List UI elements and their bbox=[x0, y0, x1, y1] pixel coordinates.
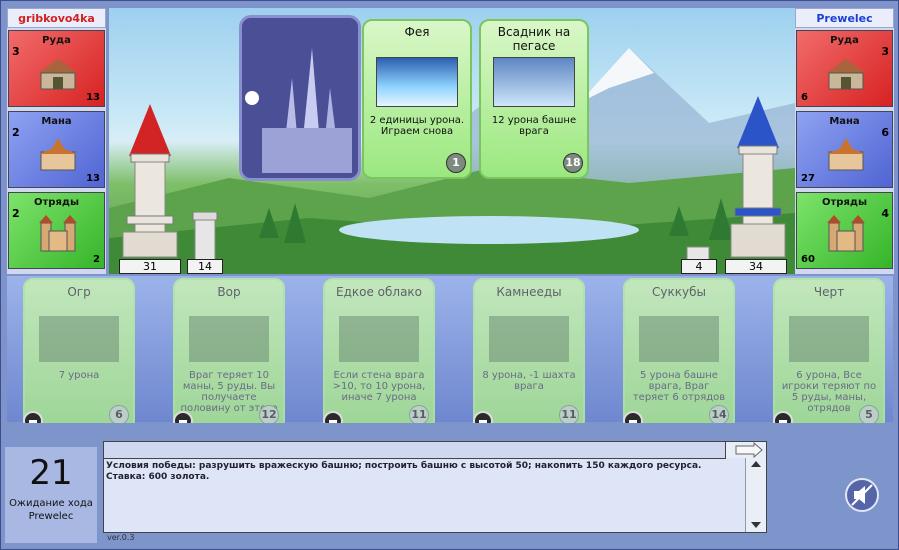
card-description: 2 единицы урона. Играем снова bbox=[369, 115, 465, 137]
card-title: Всадник на пегасе bbox=[497, 25, 571, 53]
troops-resource: Отряды 2 2 bbox=[8, 192, 105, 269]
card-title: Камнееды bbox=[496, 285, 562, 299]
turn-timer: 21 bbox=[29, 453, 73, 493]
card-deck bbox=[239, 15, 361, 181]
hand-card-succubi[interactable]: Суккубы 5 урона башне врага, Враг теряет… bbox=[623, 278, 735, 430]
scrollbar-arrows bbox=[751, 461, 761, 528]
hand-card-thief[interactable]: Вор Враг теряет 10 маны, 5 руды. Вы полу… bbox=[173, 278, 285, 430]
resource-label: Мана bbox=[41, 116, 72, 127]
ore-amount: 13 bbox=[86, 92, 100, 103]
right-tower bbox=[730, 96, 786, 258]
card-title: Едкое облако bbox=[335, 285, 423, 299]
card-title: Фея bbox=[404, 25, 430, 39]
hand-card-acid-cloud[interactable]: Едкое облако Если стена врага >10, то 10… bbox=[323, 278, 435, 430]
card-cost: 14 bbox=[709, 405, 729, 425]
left-player-panel: gribkovo4ka Руда 3 13 Мана 2 13 Отряды 2… bbox=[7, 8, 106, 274]
ore-production: 3 bbox=[881, 45, 889, 58]
card-description: 7 урона bbox=[58, 370, 100, 381]
mana-production: 2 bbox=[12, 126, 20, 139]
card-image bbox=[339, 316, 419, 362]
mana-production: 6 bbox=[881, 126, 889, 139]
player-hand: Огр 7 урона 6 Вор Враг теряет 10 маны, 5… bbox=[7, 276, 893, 430]
troops-resource: Отряды 4 60 bbox=[796, 192, 893, 269]
chat-input[interactable] bbox=[104, 442, 726, 459]
mana-resource: Мана 6 27 bbox=[796, 111, 893, 188]
monastery-icon bbox=[39, 138, 77, 171]
card-image-fairy bbox=[376, 57, 458, 107]
hand-card-ogre[interactable]: Огр 7 урона 6 bbox=[23, 278, 135, 430]
send-arrow-icon bbox=[735, 441, 763, 459]
waiting-player: Prewelec bbox=[28, 511, 74, 522]
troops-amount: 60 bbox=[801, 254, 815, 265]
version-label: ver.0.3 bbox=[107, 533, 135, 542]
right-player-panel: Prewelec Руда 3 6 Мана 6 27 Отряды 4 60 bbox=[795, 8, 894, 274]
log-scrollbar[interactable] bbox=[745, 458, 766, 532]
chat-log: Условия победы: разрушить вражескую башн… bbox=[103, 441, 767, 533]
card-title: Суккубы bbox=[652, 285, 706, 299]
card-image bbox=[189, 316, 269, 362]
card-description: 12 урона башне врага bbox=[491, 115, 577, 137]
mana-amount: 13 bbox=[86, 173, 100, 184]
sound-toggle-button[interactable] bbox=[845, 478, 879, 512]
barracks-icon bbox=[827, 215, 865, 252]
troops-production: 4 bbox=[881, 207, 889, 220]
resource-label: Отряды bbox=[34, 197, 79, 208]
turn-status: 21 Ожидание хода Prewelec bbox=[5, 447, 97, 543]
card-cost: 11 bbox=[409, 405, 429, 425]
left-player-name: gribkovo4ka bbox=[7, 8, 106, 28]
hand-card-stone-eaters[interactable]: Камнееды 8 урона, -1 шахта врага 11 bbox=[473, 278, 585, 430]
ore-resource: Руда 3 6 bbox=[796, 30, 893, 107]
troops-amount: 2 bbox=[93, 254, 100, 265]
log-text: Условия победы: разрушить вражескую башн… bbox=[106, 461, 702, 482]
resource-label: Руда bbox=[830, 35, 859, 46]
card-cost: 1 bbox=[446, 153, 466, 173]
card-cost: 5 bbox=[859, 405, 879, 425]
card-title: Огр bbox=[67, 285, 91, 299]
mine-icon bbox=[827, 59, 865, 90]
resource-label: Мана bbox=[829, 116, 860, 127]
card-image bbox=[789, 316, 869, 362]
left-tower bbox=[122, 104, 178, 258]
waiting-text: Ожидание хода bbox=[9, 498, 93, 509]
card-description: 8 урона, -1 шахта врага bbox=[482, 370, 576, 392]
barracks-icon bbox=[39, 215, 77, 252]
monastery-icon bbox=[827, 138, 865, 171]
card-title: Черт bbox=[813, 285, 845, 299]
card-cost: 12 bbox=[259, 405, 279, 425]
battlefield-scene: Фея 2 единицы урона. Играем снова 1 Всад… bbox=[109, 8, 795, 274]
mine-icon bbox=[39, 59, 77, 90]
sound-off-icon bbox=[851, 484, 873, 506]
card-image-pegasus bbox=[493, 57, 575, 107]
ore-amount: 6 bbox=[801, 92, 808, 103]
ore-production: 3 bbox=[12, 45, 20, 58]
send-button[interactable] bbox=[725, 441, 766, 459]
left-wall-height: 14 bbox=[187, 259, 223, 274]
bottom-panel: 21 Ожидание хода Prewelec Условия победы… bbox=[3, 423, 896, 547]
hand-card-imp[interactable]: Черт 6 урона, Все игроки теряют по 5 руд… bbox=[773, 278, 885, 430]
card-cost: 18 bbox=[563, 153, 583, 173]
card-image bbox=[489, 316, 569, 362]
card-description: 5 урона башне врага, Враг теряет 6 отряд… bbox=[632, 370, 726, 403]
game-window: Фея 2 единицы урона. Играем снова 1 Всад… bbox=[0, 0, 899, 550]
left-wall bbox=[192, 212, 218, 260]
deck-castle-art bbox=[242, 18, 358, 178]
card-image bbox=[39, 316, 119, 362]
played-card: Фея 2 единицы урона. Играем снова 1 bbox=[362, 19, 472, 179]
resource-label: Руда bbox=[42, 35, 71, 46]
right-tower-height: 34 bbox=[725, 259, 787, 274]
played-card: Всадник на пегасе 12 урона башне врага 1… bbox=[479, 19, 589, 179]
left-tower-height: 31 bbox=[119, 259, 181, 274]
troops-production: 2 bbox=[12, 207, 20, 220]
card-cost: 6 bbox=[109, 405, 129, 425]
right-player-name: Prewelec bbox=[795, 8, 894, 28]
resource-label: Отряды bbox=[822, 197, 867, 208]
ore-resource: Руда 3 13 bbox=[8, 30, 105, 107]
card-title: Вор bbox=[217, 285, 241, 299]
card-image bbox=[639, 316, 719, 362]
mana-resource: Мана 2 13 bbox=[8, 111, 105, 188]
card-cost: 11 bbox=[559, 405, 579, 425]
right-wall-height: 4 bbox=[681, 259, 717, 274]
card-description: Если стена врага >10, то 10 урона, иначе… bbox=[332, 370, 426, 403]
mana-amount: 27 bbox=[801, 173, 815, 184]
